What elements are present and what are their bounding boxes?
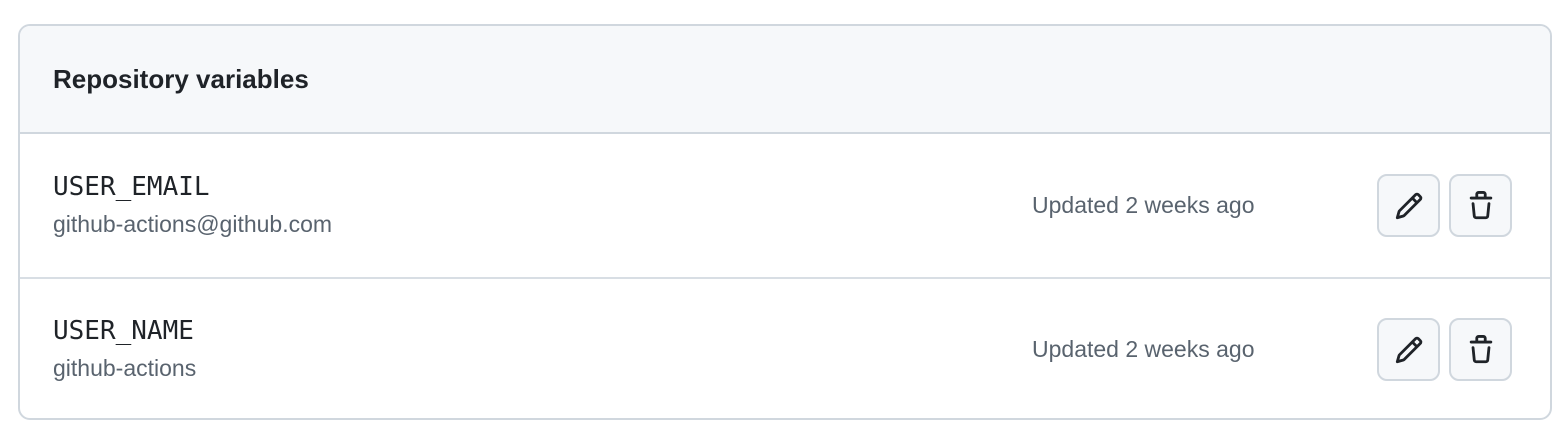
variable-value: github-actions [53,355,197,382]
pencil-icon [1394,191,1424,221]
delete-variable-button[interactable] [1449,318,1512,381]
panel-title: Repository variables [53,63,309,94]
variable-row: USER_EMAIL github-actions@github.com Upd… [20,134,1550,277]
variable-actions [1377,174,1512,237]
variable-name: USER_NAME [53,316,194,347]
panel-header: Repository variables [20,26,1550,134]
repository-variables-panel: Repository variables USER_EMAIL github-a… [18,24,1552,420]
variable-updated: Updated 2 weeks ago [1032,336,1255,362]
pencil-icon [1394,335,1424,365]
edit-variable-button[interactable] [1377,318,1440,381]
trash-icon [1466,190,1496,221]
variable-updated: Updated 2 weeks ago [1032,192,1255,218]
trash-icon [1466,334,1496,365]
variable-actions [1377,318,1512,381]
variable-info: USER_NAME github-actions [53,279,197,418]
variable-value: github-actions@github.com [53,211,333,238]
variable-row: USER_NAME github-actions Updated 2 weeks… [20,277,1550,418]
variable-info: USER_EMAIL github-actions@github.com [53,134,332,277]
variable-name: USER_EMAIL [53,172,210,203]
edit-variable-button[interactable] [1377,174,1440,237]
delete-variable-button[interactable] [1449,174,1512,237]
